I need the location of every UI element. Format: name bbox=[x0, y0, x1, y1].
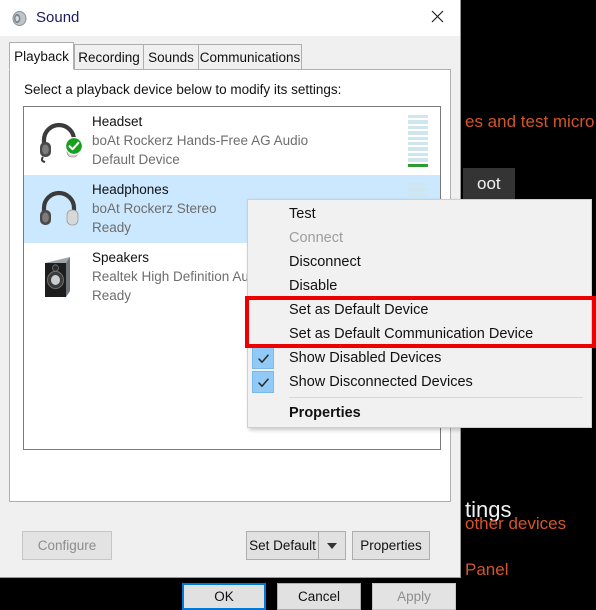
dialog-title: Sound bbox=[36, 9, 80, 26]
device-state: Ready bbox=[92, 220, 132, 235]
green-check-badge bbox=[65, 137, 83, 158]
speaker-icon bbox=[11, 10, 28, 27]
set-default-button[interactable]: Set Default bbox=[246, 531, 318, 560]
volume-meter bbox=[408, 114, 428, 167]
menu-item-label: Show Disabled Devices bbox=[289, 350, 442, 366]
headphones-icon bbox=[36, 185, 82, 231]
cancel-button[interactable]: Cancel bbox=[277, 583, 361, 610]
menu-item-label: Show Disconnected Devices bbox=[289, 374, 473, 390]
menu-item-disconnect[interactable]: Disconnect bbox=[248, 250, 591, 274]
menu-separator bbox=[289, 397, 583, 398]
check-icon bbox=[252, 347, 274, 369]
menu-item-set-as-default-communication-device[interactable]: Set as Default Communication Device bbox=[248, 322, 591, 346]
list-item[interactable]: Headset boAt Rockerz Hands-Free AG Audio… bbox=[24, 107, 440, 175]
configure-button[interactable]: Configure bbox=[22, 531, 112, 560]
tab-recording[interactable]: Recording bbox=[74, 44, 144, 70]
tab-strip: Playback Recording Sounds Communications bbox=[9, 42, 451, 70]
device-name: Headset bbox=[92, 114, 143, 129]
close-icon[interactable] bbox=[415, 0, 460, 33]
bg-line-other-devices[interactable]: other devices bbox=[465, 514, 566, 534]
tab-communications[interactable]: Communications bbox=[198, 44, 302, 70]
speaker-box-icon bbox=[36, 253, 82, 299]
menu-item-show-disconnected-devices[interactable]: Show Disconnected Devices bbox=[248, 370, 591, 394]
device-description: boAt Rockerz Stereo bbox=[92, 201, 217, 216]
ok-button[interactable]: OK bbox=[182, 583, 266, 610]
tab-playback[interactable]: Playback bbox=[9, 42, 74, 70]
device-description: boAt Rockerz Hands-Free AG Audio bbox=[92, 133, 309, 148]
device-name: Headphones bbox=[92, 182, 169, 197]
menu-item-connect: Connect bbox=[289, 230, 344, 246]
menu-item-set-as-default-device[interactable]: Set as Default Device bbox=[248, 298, 591, 322]
device-context-menu: Test Connect Disconnect Disable Set as D… bbox=[247, 199, 592, 428]
menu-item-show-disabled-devices[interactable]: Show Disabled Devices bbox=[248, 346, 591, 370]
pane-instruction: Select a playback device below to modify… bbox=[24, 82, 342, 97]
menu-item-test[interactable]: Test bbox=[248, 202, 591, 226]
device-state: Default Device bbox=[92, 152, 180, 167]
device-name: Speakers bbox=[92, 250, 150, 265]
tab-sounds[interactable]: Sounds bbox=[143, 44, 199, 70]
check-icon bbox=[252, 371, 274, 393]
menu-item-disable[interactable]: Disable bbox=[248, 274, 591, 298]
dialog-title-bar: Sound bbox=[0, 0, 460, 36]
bg-line-microphones: es and test micro bbox=[465, 112, 595, 131]
bg-troubleshoot-button[interactable]: oot bbox=[463, 168, 515, 200]
device-state: Ready bbox=[92, 288, 132, 303]
chevron-down-icon[interactable] bbox=[318, 531, 346, 560]
apply-button[interactable]: Apply bbox=[372, 583, 456, 610]
bg-line-panel[interactable]: Panel bbox=[465, 560, 508, 580]
device-description: Realtek High Definition Audio bbox=[92, 269, 267, 284]
menu-item-properties[interactable]: Properties bbox=[248, 401, 591, 425]
properties-button[interactable]: Properties bbox=[352, 531, 430, 560]
